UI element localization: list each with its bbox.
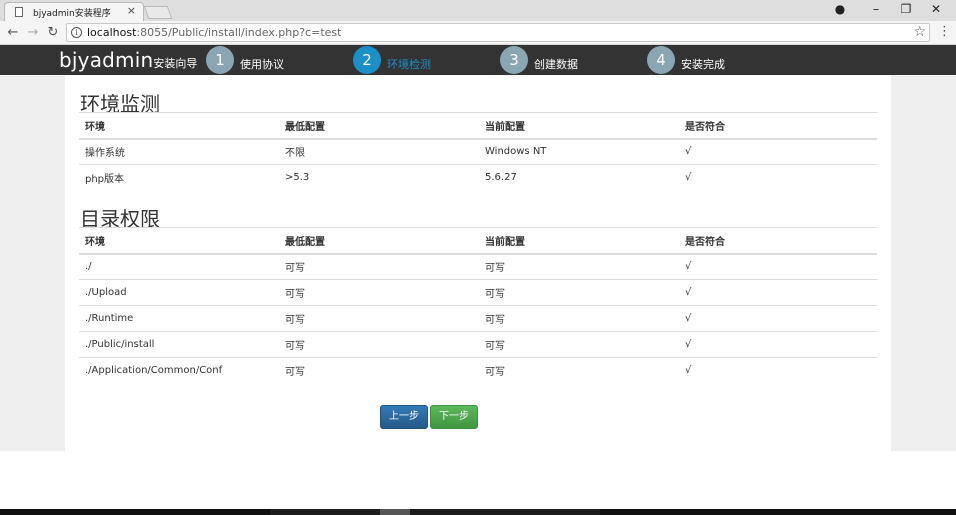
column-header: 当前配置 xyxy=(479,227,679,255)
step-number: 2 xyxy=(353,46,381,74)
minimize-button[interactable]: – xyxy=(866,2,886,16)
table-cell: 5.6.27 xyxy=(479,164,679,191)
column-header: 是否符合 xyxy=(679,112,877,140)
brand-subtitle: 安装向导 xyxy=(153,57,198,70)
table-cell: 可写 xyxy=(479,253,679,280)
column-header: 环境 xyxy=(79,227,279,255)
table-cell: Windows NT xyxy=(479,138,679,165)
step-label: 创建数据 xyxy=(534,58,578,71)
table-cell: √ xyxy=(679,138,877,165)
step-label: 安装完成 xyxy=(681,58,725,71)
table-cell: √ xyxy=(679,164,877,191)
reload-icon[interactable]: ↻ xyxy=(45,25,61,40)
table-cell: php版本 xyxy=(79,164,279,191)
step-number: 4 xyxy=(647,46,675,74)
table-cell: ./Application/Common/Conf xyxy=(79,357,279,384)
table-cell: 可写 xyxy=(479,305,679,332)
taskbar-app-item[interactable] xyxy=(380,509,410,515)
table-cell: 可写 xyxy=(279,357,479,384)
browser-menu-icon[interactable]: ⋮ xyxy=(938,24,951,39)
table-row: ./Public/install 可写 可写 √ xyxy=(79,331,877,358)
page-icon xyxy=(15,7,23,17)
step-label: 使用协议 xyxy=(240,58,284,71)
brand-name: bjyadmin xyxy=(59,48,154,72)
table-cell: √ xyxy=(679,357,877,384)
forward-icon[interactable]: → xyxy=(25,25,41,40)
browser-tab-strip: bjyadmin安装程序 × ● – ❐ ✕ xyxy=(0,0,956,21)
table-cell: 可写 xyxy=(479,331,679,358)
column-header: 最低配置 xyxy=(279,112,479,140)
brand: bjyadmin安装向导 xyxy=(59,48,197,72)
table-cell: √ xyxy=(679,253,877,280)
column-header: 最低配置 xyxy=(279,227,479,255)
tab-close-icon[interactable]: × xyxy=(127,5,136,17)
step-label: 环境检测 xyxy=(387,58,431,71)
url-text[interactable]: localhost:8055/Public/install/index.php?… xyxy=(87,26,341,39)
tab-title: bjyadmin安装程序 xyxy=(33,9,111,19)
permissions-table: 环境 最低配置 当前配置 是否符合 ./ 可写 可写 √ ./Upload 可写… xyxy=(79,227,877,384)
table-cell: 可写 xyxy=(279,253,479,280)
table-row: ./Application/Common/Conf 可写 可写 √ xyxy=(79,357,877,384)
table-cell: 操作系统 xyxy=(79,138,279,165)
previous-step-button[interactable]: 上一步 xyxy=(380,405,428,429)
site-info-icon[interactable]: i xyxy=(71,27,82,38)
close-window-button[interactable]: ✕ xyxy=(926,2,946,16)
table-cell: 可写 xyxy=(479,357,679,384)
column-header: 当前配置 xyxy=(479,112,679,140)
table-cell: 可写 xyxy=(479,279,679,306)
table-cell: ./Public/install xyxy=(79,331,279,358)
environment-table: 环境 最低配置 当前配置 是否符合 操作系统 不限 Windows NT √ p… xyxy=(79,112,877,191)
column-header: 环境 xyxy=(79,112,279,140)
profile-icon[interactable]: ● xyxy=(830,2,850,16)
table-cell: √ xyxy=(679,331,877,358)
browser-tab[interactable]: bjyadmin安装程序 × xyxy=(4,2,144,21)
table-header-row: 环境 最低配置 当前配置 是否符合 xyxy=(79,227,877,255)
table-header-row: 环境 最低配置 当前配置 是否符合 xyxy=(79,112,877,140)
install-header: bjyadmin安装向导 1 使用协议 2 环境检测 3 创建数据 4 安装完成 xyxy=(0,45,956,75)
table-row: php版本 >5.3 5.6.27 √ xyxy=(79,164,877,191)
table-cell: >5.3 xyxy=(279,164,479,191)
step-number: 1 xyxy=(206,46,234,74)
table-cell: ./Upload xyxy=(79,279,279,306)
table-cell: 可写 xyxy=(279,331,479,358)
table-cell: √ xyxy=(679,279,877,306)
table-row: 操作系统 不限 Windows NT √ xyxy=(79,138,877,165)
table-row: ./Runtime 可写 可写 √ xyxy=(79,305,877,332)
table-cell: 可写 xyxy=(279,279,479,306)
bookmark-star-icon[interactable]: ☆ xyxy=(913,24,926,40)
table-cell: ./Runtime xyxy=(79,305,279,332)
os-taskbar xyxy=(0,509,956,515)
taskbar-region xyxy=(270,509,600,515)
next-step-button[interactable]: 下一步 xyxy=(430,405,478,429)
table-row: ./Upload 可写 可写 √ xyxy=(79,279,877,306)
url-host: localhost xyxy=(87,26,137,39)
table-row: ./ 可写 可写 √ xyxy=(79,253,877,280)
step-number: 3 xyxy=(500,46,528,74)
table-cell: 可写 xyxy=(279,305,479,332)
browser-toolbar: ← → ↻ i localhost:8055/Public/install/in… xyxy=(0,21,956,45)
new-tab-button[interactable] xyxy=(143,6,173,19)
table-cell: ./ xyxy=(79,253,279,280)
back-icon[interactable]: ← xyxy=(5,25,21,40)
restore-button[interactable]: ❐ xyxy=(896,2,916,16)
column-header: 是否符合 xyxy=(679,227,877,255)
url-path: :8055/Public/install/index.php?c=test xyxy=(136,26,342,39)
table-cell: √ xyxy=(679,305,877,332)
address-bar[interactable]: i localhost:8055/Public/install/index.ph… xyxy=(66,23,930,42)
table-cell: 不限 xyxy=(279,138,479,165)
